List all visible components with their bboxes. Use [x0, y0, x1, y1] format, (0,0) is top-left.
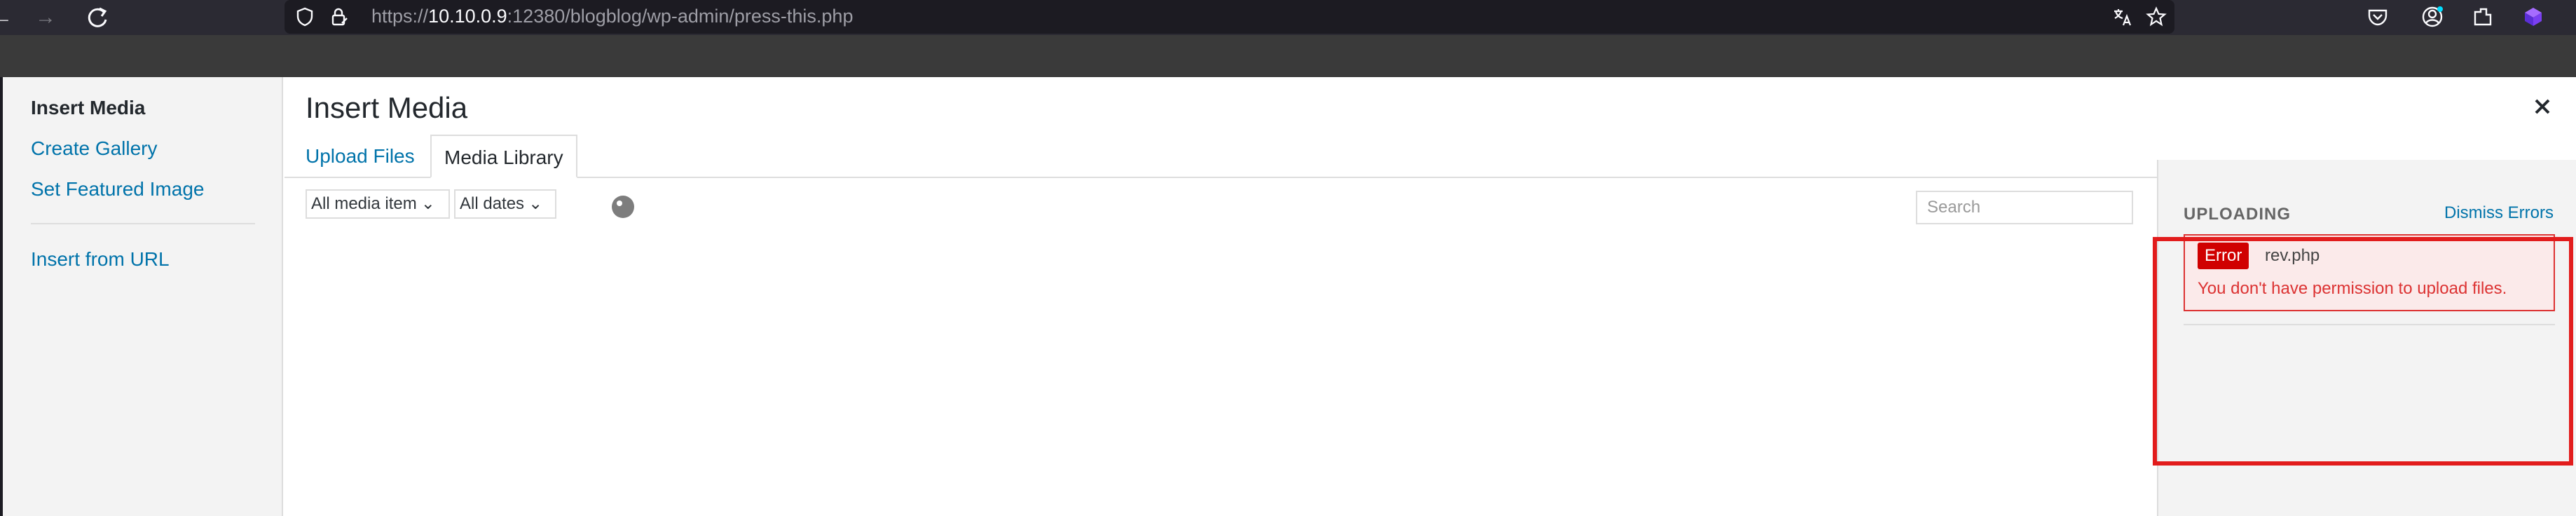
- dismiss-errors-link[interactable]: Dismiss Errors: [2444, 203, 2554, 223]
- chevron-down-icon: ⌄: [420, 194, 435, 213]
- extensions-icon[interactable]: [2471, 5, 2495, 29]
- tab-upload-files[interactable]: Upload Files: [293, 135, 427, 178]
- account-icon[interactable]: [2420, 5, 2444, 29]
- media-type-filter-value: All media item: [311, 194, 417, 213]
- shield-icon[interactable]: [294, 6, 315, 27]
- menu-item-set-featured-image[interactable]: Set Featured Image: [31, 178, 204, 201]
- menu-item-insert-from-url[interactable]: Insert from URL: [31, 248, 170, 271]
- menu-divider: [31, 223, 255, 224]
- uploading-heading: UPLOADING: [2184, 205, 2291, 224]
- error-highlight-box: [2153, 237, 2573, 466]
- forward-icon[interactable]: →: [31, 3, 60, 32]
- translate-icon[interactable]: [2112, 6, 2133, 27]
- extension-cube-icon[interactable]: [2521, 5, 2545, 29]
- menu-item-insert-media[interactable]: Insert Media: [31, 97, 145, 119]
- tab-media-library[interactable]: Media Library: [430, 135, 577, 178]
- page-backdrop: [0, 35, 2576, 77]
- date-filter-value: All dates: [460, 194, 525, 213]
- menu-item-create-gallery[interactable]: Create Gallery: [31, 137, 158, 160]
- browser-toolbar: ← → https://10.10.0.9:12380/blogblog/wp-…: [0, 0, 2576, 35]
- loading-spinner-icon: [612, 196, 634, 218]
- modal-title: Insert Media: [306, 91, 468, 124]
- reload-icon[interactable]: [83, 3, 112, 32]
- lock-icon[interactable]: [328, 6, 349, 27]
- address-bar[interactable]: https://10.10.0.9:12380/blogblog/wp-admi…: [285, 0, 2174, 34]
- url-text[interactable]: https://10.10.0.9:12380/blogblog/wp-admi…: [371, 0, 853, 32]
- media-menu: Insert Media Create Gallery Set Featured…: [3, 77, 283, 516]
- bookmark-star-icon[interactable]: [2146, 6, 2167, 27]
- pocket-icon[interactable]: [2366, 5, 2390, 29]
- date-filter[interactable]: All dates ⌄: [454, 189, 556, 219]
- back-icon[interactable]: ←: [0, 3, 17, 32]
- close-icon[interactable]: ×: [2526, 90, 2559, 123]
- media-type-filter[interactable]: All media item ⌄: [306, 189, 450, 219]
- media-modal: Insert Media Create Gallery Set Featured…: [3, 77, 2576, 516]
- chevron-down-icon: ⌄: [528, 194, 543, 213]
- search-input[interactable]: [1916, 191, 2133, 224]
